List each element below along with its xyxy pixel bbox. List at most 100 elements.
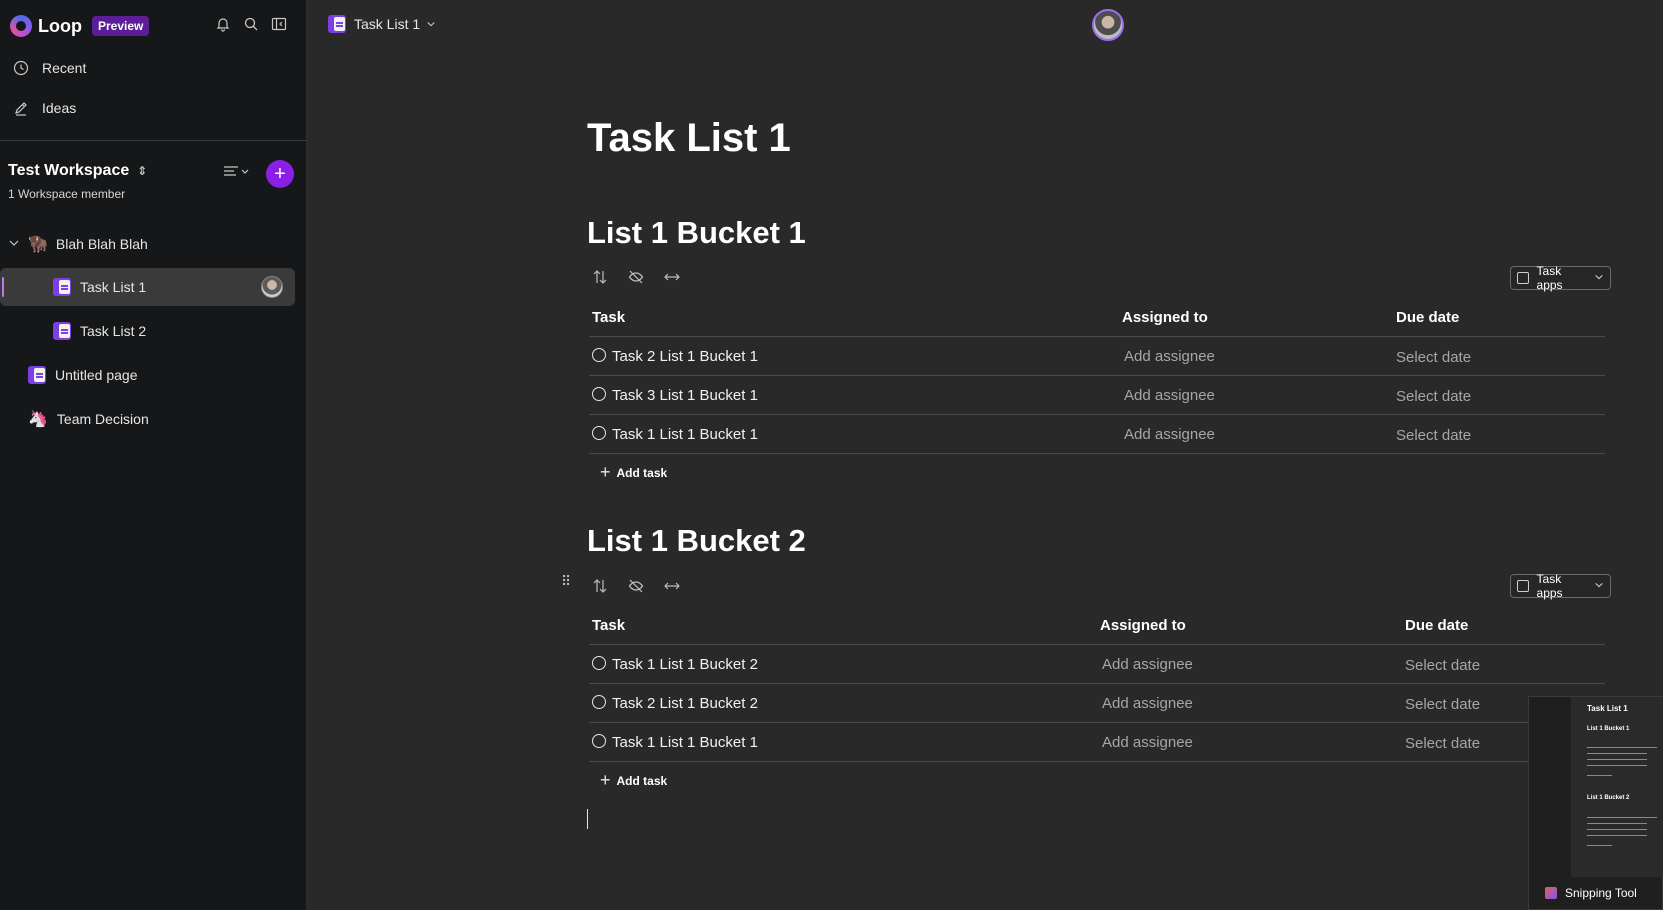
snip-preview-line (1587, 829, 1647, 830)
task-name[interactable]: Task 2 List 1 Bucket 2 (612, 695, 758, 712)
nav-ideas-label: Ideas (42, 100, 77, 116)
bell-icon[interactable] (214, 15, 232, 33)
workspace-members: 1 Workspace member (8, 187, 126, 201)
column-header-task[interactable]: Task (592, 617, 625, 634)
complete-checkbox[interactable] (592, 734, 606, 748)
add-task-button[interactable]: + Add task (600, 770, 667, 791)
snipping-tool-name: Snipping Tool (1565, 886, 1637, 900)
resize-width-icon[interactable] (663, 577, 681, 595)
column-header-due[interactable]: Due date (1396, 309, 1459, 326)
hide-icon[interactable] (627, 268, 645, 286)
nav-ideas[interactable]: Ideas (12, 99, 76, 117)
table-header: Task Assigned to Due date (589, 299, 1605, 337)
snipping-tool-label: Snipping Tool (1545, 886, 1637, 900)
table-row[interactable]: Task 1 List 1 Bucket 1 Add assignee Sele… (589, 723, 1605, 762)
due-date-field[interactable]: Select date (1396, 349, 1471, 366)
complete-checkbox[interactable] (592, 387, 606, 401)
assignee-field[interactable]: Add assignee (1102, 656, 1193, 673)
task-apps-button[interactable]: Task apps (1510, 264, 1611, 292)
due-date-field[interactable]: Select date (1405, 657, 1480, 674)
collapse-sidebar-icon[interactable] (270, 15, 288, 33)
add-task-label: Add task (616, 465, 668, 480)
loop-page-icon (53, 322, 71, 340)
table-row[interactable]: Task 2 List 1 Bucket 2 Add assignee Sele… (589, 684, 1605, 723)
task-name[interactable]: Task 1 List 1 Bucket 1 (612, 734, 758, 751)
table-row[interactable]: Task 3 List 1 Bucket 1 Add assignee Sele… (589, 376, 1605, 415)
complete-checkbox[interactable] (592, 656, 606, 670)
text-cursor[interactable] (587, 809, 588, 829)
snipping-tool-thumbnail[interactable]: Task List 1 List 1 Bucket 1 List 1 Bucke… (1528, 696, 1663, 910)
collaborator-avatar[interactable] (1092, 9, 1124, 41)
page-title[interactable]: Task List 1 (587, 116, 791, 161)
sort-icon[interactable] (591, 268, 609, 286)
due-date-field[interactable]: Select date (1396, 427, 1471, 444)
due-date-field[interactable]: Select date (1405, 696, 1480, 713)
preview-badge: Preview (91, 16, 150, 36)
tree-item-label: Team Decision (56, 411, 149, 427)
complete-checkbox[interactable] (592, 695, 606, 709)
sidebar: Loop Preview Recent Ideas Test Workspace… (0, 0, 307, 910)
search-icon[interactable] (242, 15, 260, 33)
assignee-field[interactable]: Add assignee (1124, 426, 1215, 443)
table-header: Task Assigned to Due date (589, 607, 1605, 645)
nav-recent[interactable]: Recent (12, 59, 86, 77)
clock-icon (12, 59, 30, 77)
add-task-label: Add task (616, 773, 668, 788)
loop-page-icon (53, 278, 71, 296)
snip-preview-line (1587, 775, 1612, 776)
due-date-field[interactable]: Select date (1405, 735, 1480, 752)
column-header-assigned[interactable]: Assigned to (1100, 617, 1186, 634)
complete-checkbox[interactable] (592, 348, 606, 362)
brand-name: Loop (38, 15, 82, 36)
tree-item-label: Task List 2 (80, 323, 147, 339)
workspace-switcher[interactable]: Test Workspace ⇕ (8, 162, 147, 180)
tree-item-task-list-2[interactable]: Task List 2 (53, 312, 146, 350)
task-apps-label: Task apps (1536, 264, 1563, 292)
due-date-field[interactable]: Select date (1396, 388, 1471, 405)
column-header-due[interactable]: Due date (1405, 617, 1468, 634)
breadcrumb[interactable]: Task List 1 (328, 15, 436, 33)
add-page-button[interactable]: + (266, 160, 294, 188)
tree-folder-blah[interactable]: 🦬 Blah Blah Blah (8, 225, 298, 263)
sort-icon[interactable] (591, 577, 609, 595)
table-row[interactable]: Task 2 List 1 Bucket 1 Add assignee Sele… (589, 337, 1605, 376)
breadcrumb-title: Task List 1 (354, 16, 421, 32)
task-name[interactable]: Task 2 List 1 Bucket 1 (612, 348, 758, 365)
task-name[interactable]: Task 1 List 1 Bucket 1 (612, 426, 758, 443)
assignee-field[interactable]: Add assignee (1124, 348, 1215, 365)
tree-item-team-decision[interactable]: 🦄 Team Decision (28, 400, 149, 438)
sidebar-divider (0, 140, 307, 141)
sort-menu-icon[interactable] (222, 163, 252, 184)
bucket-title[interactable]: List 1 Bucket 2 (587, 523, 806, 559)
workspace-name: Test Workspace (8, 162, 130, 179)
table-row[interactable]: Task 1 List 1 Bucket 1 Add assignee Sele… (589, 415, 1605, 454)
hide-icon[interactable] (627, 577, 645, 595)
snip-preview-line (1587, 817, 1657, 818)
pen-icon (12, 99, 30, 117)
assignee-field[interactable]: Add assignee (1102, 734, 1193, 751)
add-task-button[interactable]: + Add task (600, 462, 667, 483)
bison-icon: 🦬 (28, 236, 48, 253)
bucket-title[interactable]: List 1 Bucket 1 (587, 215, 806, 251)
table-row[interactable]: Task 1 List 1 Bucket 2 Add assignee Sele… (589, 645, 1605, 684)
plus-icon: + (600, 462, 611, 482)
complete-checkbox[interactable] (592, 426, 606, 440)
task-name[interactable]: Task 3 List 1 Bucket 1 (612, 387, 758, 404)
tree-item-task-list-1[interactable]: Task List 1 (0, 268, 295, 306)
assignee-field[interactable]: Add assignee (1124, 387, 1215, 404)
chevron-down-icon (8, 237, 20, 252)
snip-preview-title: Task List 1 (1587, 704, 1628, 713)
chevron-down-icon (1594, 580, 1604, 593)
assignee-field[interactable]: Add assignee (1102, 695, 1193, 712)
task-apps-button[interactable]: Task apps (1510, 572, 1611, 600)
brand[interactable]: Loop Preview (10, 14, 150, 38)
column-header-task[interactable]: Task (592, 309, 625, 326)
tree-item-untitled-page[interactable]: Untitled page (28, 356, 138, 394)
task-name[interactable]: Task 1 List 1 Bucket 2 (612, 656, 758, 673)
chevron-down-icon (426, 16, 436, 32)
drag-handle-icon[interactable]: ⠿ (561, 573, 571, 590)
snip-preview-line (1587, 747, 1657, 748)
resize-width-icon[interactable] (663, 268, 681, 286)
table-toolbar (591, 577, 681, 595)
column-header-assigned[interactable]: Assigned to (1122, 309, 1208, 326)
